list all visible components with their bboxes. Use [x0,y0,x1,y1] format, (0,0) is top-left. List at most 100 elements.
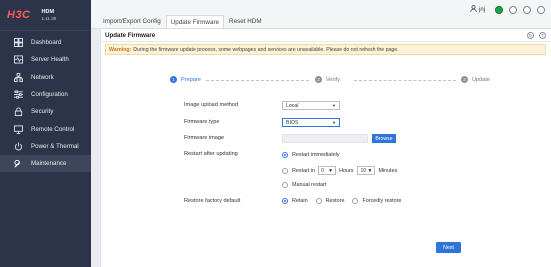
power-icon [13,141,23,151]
step-connector [206,80,309,81]
step-number: 2 [315,76,322,83]
update-firmware-panel: Update Firmware ↻ ? Warning: During the … [100,29,551,267]
sidebar-item-maintenance[interactable]: Maintenance [0,155,91,173]
radio-unselected[interactable] [282,167,288,174]
radio-unselected[interactable] [282,182,288,188]
h3c-logo: H3C [7,8,31,21]
sidebar-item-label: Security [31,108,54,116]
next-button[interactable]: Next [436,242,461,253]
panel-title: Update Firmware [101,29,551,42]
tab-reset-hdm[interactable]: Reset HDM [225,15,266,28]
health-status-icon[interactable] [495,5,503,14]
sidebar-item-network[interactable]: Network [0,69,91,86]
firmware-type-label: Firmware type [184,119,220,125]
radio-unselected[interactable] [315,198,322,204]
username: jnj [478,6,485,13]
sidebar-item-configuration[interactable]: Configuration [0,86,91,103]
restart-in-label: Restart in [292,167,316,174]
step-label: Prepare [181,76,201,83]
restart-immediately-option[interactable]: Restart immediately [282,152,340,158]
brand-area: H3C HDM 1.11.30 [0,0,91,31]
sidebar-item-label: Server Health [31,56,69,64]
progress-steps: 1 Prepare 2 Verify 3 Update [170,76,490,86]
browse-button[interactable]: Browse [372,134,396,143]
restart-minutes-select[interactable]: 10 ▼ [357,166,376,175]
chevron-down-icon: ▼ [332,103,336,108]
restore-default-label: Restore factory default [184,198,241,204]
network-icon [13,72,23,82]
product-version: 1.11.30 [41,15,57,21]
restart-in-option[interactable]: Restart in 0 ▼ Hours 10 ▼ Minutes [282,166,397,175]
sidebar: H3C HDM 1.11.30 Dashboard Server Health … [0,0,91,267]
tab-update-firmware[interactable]: Update Firmware [165,15,225,28]
step-connector [354,80,456,81]
sidebar-item-remote-control[interactable]: Remote Control [0,120,91,137]
firmware-image-label: Firmware image [184,135,225,141]
sidebar-item-power-thermal[interactable]: Power & Thermal [0,138,91,155]
wrench-icon [13,159,23,169]
step-number: 1 [170,76,177,83]
restore-forced-label[interactable]: Forcedly restore [362,198,401,204]
step-verify: 2 Verify [315,76,340,83]
restore-options: Retain Restore Forcedly restore [282,198,401,204]
upload-method-select[interactable]: Local ▼ [282,101,340,110]
power-status-icon[interactable] [523,5,531,14]
user-icon [470,5,477,14]
sidebar-item-label: Maintenance [31,160,67,168]
sidebar-item-label: Remote Control [31,125,75,133]
restart-hours-select[interactable]: 0 ▼ [318,166,337,175]
step-label: Verify [326,76,340,83]
tab-strip: Import/Export Config Update Firmware Res… [99,15,267,28]
warning-text: During the firmware update process, some… [133,46,399,53]
sidebar-item-label: Power & Thermal [31,142,79,150]
lock-icon [13,107,23,117]
monitor-icon [13,124,23,134]
restart-hours-value: 0 [321,167,324,174]
upload-method-value: Local [286,102,299,109]
refresh-icon[interactable]: ↻ [527,32,534,39]
tab-import-export-config[interactable]: Import/Export Config [99,15,165,28]
warning-label: Warning: [109,46,132,53]
restart-minutes-value: 10 [360,167,367,174]
sidebar-item-label: Network [31,73,54,81]
radio-selected[interactable] [282,198,288,204]
restart-label: Restart after updating [184,151,238,157]
radio-selected[interactable] [282,152,288,158]
help-icon[interactable]: ? [539,32,546,39]
firmware-type-select[interactable]: BIOS ▼ [282,118,340,127]
warning-banner: Warning: During the firmware update proc… [105,44,546,55]
firmware-type-value: BIOS [286,119,299,126]
settings-icon[interactable] [537,5,545,14]
chevron-down-icon: ▼ [332,120,336,125]
sidebar-item-server-health[interactable]: Server Health [0,51,91,68]
restart-immediately-label: Restart immediately [292,152,340,158]
sliders-icon [13,90,23,100]
step-number: 3 [461,76,468,83]
manual-restart-option[interactable]: Manual restart [282,182,326,188]
heartbeat-icon [13,55,23,65]
top-icons: jnj [470,5,545,14]
uid-icon[interactable] [509,5,517,14]
restore-restore-label[interactable]: Restore [326,198,345,204]
manual-restart-label: Manual restart [292,182,327,188]
hours-label: Hours [339,167,354,174]
radio-unselected[interactable] [352,198,359,204]
restore-retain-label[interactable]: Retain [292,198,308,204]
upload-method-label: Image upload method [184,102,239,108]
firmware-image-field[interactable] [282,134,368,143]
dashboard-icon [13,38,23,48]
panel-tools: ↻ ? [527,32,546,39]
step-prepare: 1 Prepare [170,76,201,83]
sidebar-item-dashboard[interactable]: Dashboard [0,34,91,51]
step-update: 3 Update [461,76,490,83]
user-menu[interactable]: jnj [470,5,485,14]
step-label: Update [472,76,491,83]
sidebar-nav: Dashboard Server Health Network Configur… [0,34,91,173]
sidebar-item-label: Configuration [31,91,68,99]
chevron-down-icon: ▼ [367,167,373,174]
chevron-down-icon: ▼ [328,167,334,174]
top-bar: Import/Export Config Update Firmware Res… [91,0,551,29]
minutes-label: Minutes [378,167,398,174]
sidebar-item-label: Dashboard [31,39,62,47]
sidebar-item-security[interactable]: Security [0,103,91,120]
